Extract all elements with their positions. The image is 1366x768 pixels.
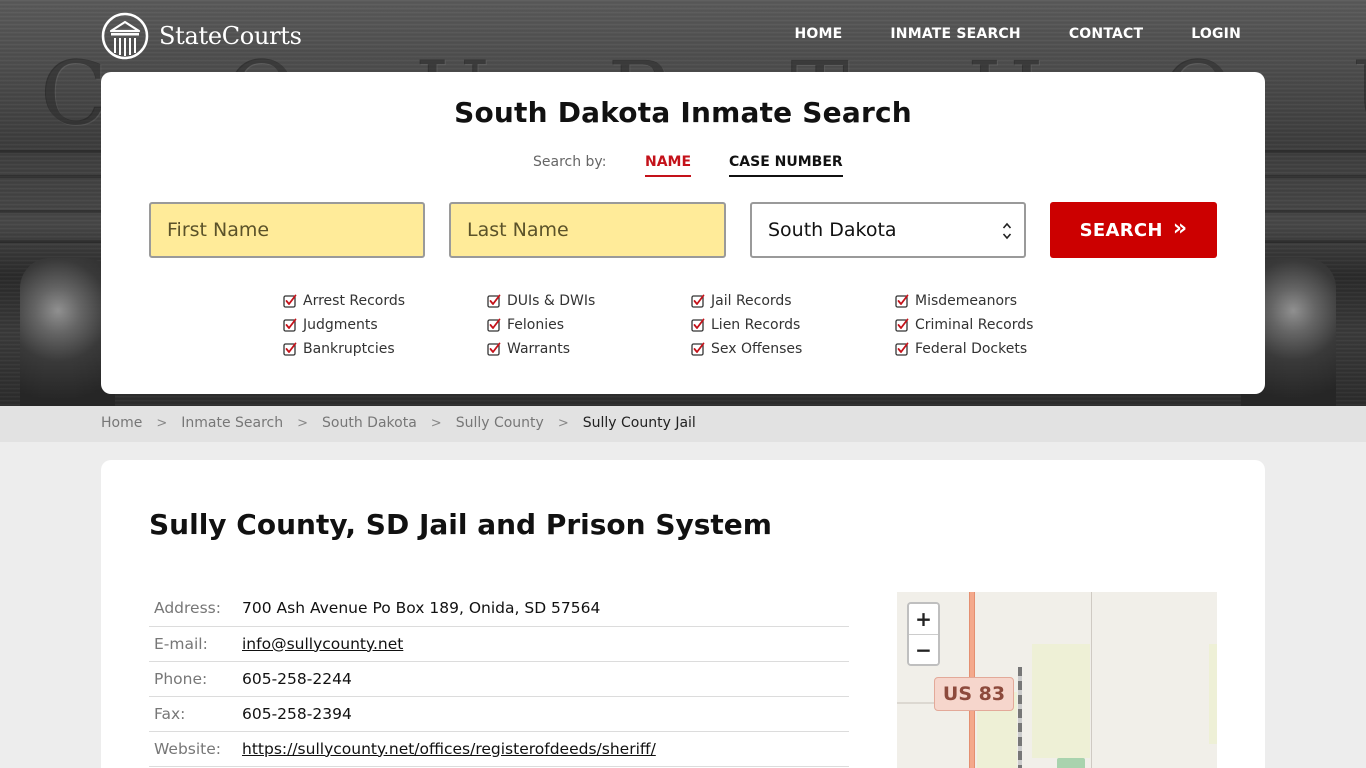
chevron-right-icon: > <box>430 415 442 431</box>
feature-item: Lien Records <box>691 316 895 334</box>
table-row: Website: https://sullycounty.net/offices… <box>149 731 849 767</box>
address-value: 700 Ash Avenue Po Box 189, Onida, SD 575… <box>238 591 849 627</box>
chevron-right-icon: > <box>297 415 309 431</box>
feature-item: DUIs & DWIs <box>487 292 691 310</box>
table-row: E-mail: info@sullycounty.net <box>149 626 849 662</box>
map-park-area <box>1209 644 1217 744</box>
fax-label: Fax: <box>149 696 238 732</box>
feature-label: Felonies <box>507 317 565 333</box>
checkbox-checked-icon <box>487 318 501 332</box>
breadcrumb-inmate-search[interactable]: Inmate Search <box>181 415 283 431</box>
zoom-in-button[interactable]: + <box>909 604 938 634</box>
breadcrumb-sully-county[interactable]: Sully County <box>456 415 544 431</box>
chevron-right-icon: > <box>156 415 168 431</box>
phone-value: 605-258-2244 <box>238 661 849 697</box>
feature-item: Warrants <box>487 340 691 358</box>
map-railway <box>1018 667 1022 768</box>
first-name-input[interactable] <box>149 202 425 258</box>
breadcrumb-south-dakota[interactable]: South Dakota <box>322 415 417 431</box>
address-label: Address: <box>149 591 238 627</box>
zoom-out-button[interactable]: − <box>909 634 938 664</box>
checkbox-checked-icon <box>487 294 501 308</box>
facility-info-table: Address: 700 Ash Avenue Po Box 189, Onid… <box>149 591 849 767</box>
feature-label: Misdemeanors <box>915 293 1018 309</box>
breadcrumb-home[interactable]: Home <box>101 415 142 431</box>
checkbox-checked-icon <box>691 294 705 308</box>
checkbox-checked-icon <box>487 342 501 356</box>
checkbox-checked-icon <box>895 294 909 308</box>
location-map[interactable]: US 83 + − <box>897 592 1217 768</box>
feature-label: Jail Records <box>711 293 792 309</box>
search-card: South Dakota Inmate Search Search by: NA… <box>101 72 1265 394</box>
tab-case-number[interactable]: CASE NUMBER <box>729 154 843 177</box>
breadcrumb: Home > Inmate Search > South Dakota > Su… <box>101 415 696 431</box>
search-by-label: Search by: <box>533 154 607 170</box>
highway-shield-label: US 83 <box>934 677 1014 711</box>
double-chevron-right-icon: » <box>1172 216 1188 241</box>
feature-item: Federal Dockets <box>895 340 1099 358</box>
feature-list: Arrest Records DUIs & DWIs Jail Records Mis… <box>283 292 1103 358</box>
feature-item: Criminal Records <box>895 316 1099 334</box>
feature-item: Arrest Records <box>283 292 487 310</box>
feature-label: Judgments <box>303 317 378 333</box>
state-select[interactable]: South Dakota <box>750 202 1026 258</box>
nav-login[interactable]: LOGIN <box>1191 26 1241 42</box>
checkbox-checked-icon <box>283 342 297 356</box>
last-name-input[interactable] <box>449 202 726 258</box>
map-road <box>897 702 937 704</box>
search-button-label: SEARCH <box>1079 219 1163 241</box>
state-select-value: South Dakota <box>768 219 897 241</box>
courthouse-column-icon <box>101 12 149 60</box>
search-button[interactable]: SEARCH » <box>1050 202 1217 258</box>
breadcrumb-bar: Home > Inmate Search > South Dakota > Su… <box>0 406 1366 442</box>
feature-label: Lien Records <box>711 317 801 333</box>
feature-item: Felonies <box>487 316 691 334</box>
feature-item: Jail Records <box>691 292 895 310</box>
map-green-block <box>1057 758 1085 768</box>
tab-name[interactable]: NAME <box>645 154 692 177</box>
feature-item: Judgments <box>283 316 487 334</box>
top-navigation: HOME INMATE SEARCH CONTACT LOGIN <box>746 26 1241 42</box>
checkbox-checked-icon <box>895 342 909 356</box>
nav-contact[interactable]: CONTACT <box>1069 26 1143 42</box>
checkbox-checked-icon <box>691 318 705 332</box>
statecourts-logo[interactable]: StateCourts <box>101 12 302 60</box>
table-row: Fax: 605-258-2394 <box>149 696 849 732</box>
website-link[interactable]: https://sullycounty.net/offices/register… <box>242 740 656 758</box>
feature-label: Bankruptcies <box>303 341 395 357</box>
map-road <box>1091 592 1092 768</box>
brand-name: StateCourts <box>159 22 302 50</box>
feature-item: Sex Offenses <box>691 340 895 358</box>
map-zoom-control: + − <box>907 602 940 666</box>
feature-item: Misdemeanors <box>895 292 1099 310</box>
breadcrumb-current: Sully County Jail <box>582 415 696 431</box>
feature-label: Warrants <box>507 341 571 357</box>
feature-label: Sex Offenses <box>711 341 803 357</box>
select-updown-arrows-icon <box>1002 222 1012 240</box>
nav-inmate-search[interactable]: INMATE SEARCH <box>890 26 1020 42</box>
website-label: Website: <box>149 731 238 767</box>
feature-label: Arrest Records <box>303 293 406 309</box>
chevron-right-icon: > <box>557 415 569 431</box>
table-row: Address: 700 Ash Avenue Po Box 189, Onid… <box>149 591 849 627</box>
page-title: Sully County, SD Jail and Prison System <box>149 508 772 541</box>
feature-label: Criminal Records <box>915 317 1034 333</box>
checkbox-checked-icon <box>283 294 297 308</box>
facility-card: Sully County, SD Jail and Prison System … <box>101 460 1265 768</box>
feature-label: Federal Dockets <box>915 341 1028 357</box>
nav-home[interactable]: HOME <box>794 26 842 42</box>
fax-value: 605-258-2394 <box>238 696 849 732</box>
feature-item: Bankruptcies <box>283 340 487 358</box>
table-row: Phone: 605-258-2244 <box>149 661 849 697</box>
email-label: E-mail: <box>149 626 238 662</box>
map-park-area <box>1032 644 1090 758</box>
checkbox-checked-icon <box>895 318 909 332</box>
checkbox-checked-icon <box>691 342 705 356</box>
checkbox-checked-icon <box>283 318 297 332</box>
phone-label: Phone: <box>149 661 238 697</box>
email-link[interactable]: info@sullycounty.net <box>242 635 403 653</box>
feature-label: DUIs & DWIs <box>507 293 596 309</box>
search-title: South Dakota Inmate Search <box>454 96 912 129</box>
